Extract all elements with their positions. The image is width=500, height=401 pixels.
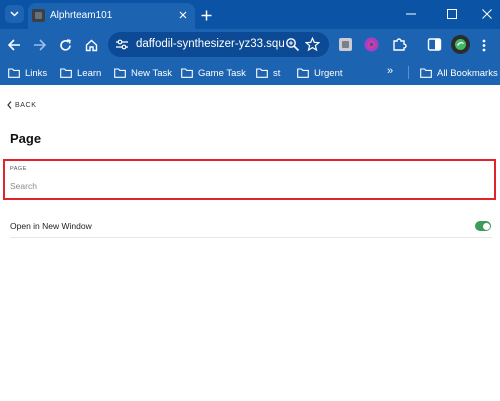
extension-circle-icon[interactable] [363, 36, 380, 53]
reload-icon [59, 38, 71, 51]
tab-strip: Alphrteam101 [0, 0, 500, 29]
cube-favicon-icon [32, 9, 45, 22]
active-tab[interactable]: Alphrteam101 [28, 3, 195, 29]
bookmarks-bar: Links Learn New Task Game Task st Urgent… [0, 60, 500, 85]
close-icon [482, 9, 492, 19]
toggle-knob [482, 222, 490, 230]
bookmark-links[interactable]: Links [8, 66, 47, 80]
back-nav-button[interactable] [6, 37, 22, 53]
folder-icon [297, 68, 309, 78]
site-info-button[interactable] [114, 37, 129, 52]
minimize-button[interactable] [403, 7, 419, 21]
minimize-icon [406, 13, 416, 15]
arrow-left-icon [7, 39, 20, 51]
all-bookmarks-label: All Bookmarks [437, 67, 498, 79]
page-search-field: PAGE [3, 159, 496, 200]
folder-icon [181, 68, 193, 78]
folder-icon [8, 68, 20, 78]
profile-avatar[interactable] [451, 35, 470, 54]
browser-menu-button[interactable] [476, 37, 492, 53]
bookmark-new-task[interactable]: New Task [114, 66, 172, 80]
zoom-icon[interactable] [285, 37, 300, 52]
open-in-new-window-label: Open in New Window [10, 221, 92, 231]
extension-box-icon[interactable] [337, 36, 354, 53]
new-tab-button[interactable] [198, 7, 214, 23]
bookmark-st[interactable]: st [256, 66, 280, 80]
plus-icon [201, 10, 211, 20]
page-search-input[interactable] [10, 179, 430, 193]
forward-nav-button[interactable] [31, 37, 47, 53]
home-icon [85, 39, 97, 51]
bookmark-urgent[interactable]: Urgent [297, 66, 343, 80]
bookmark-label: New Task [131, 67, 173, 79]
bookmark-label: Links [25, 67, 48, 79]
chevron-left-icon [7, 101, 12, 109]
bookmark-label: st [273, 67, 281, 79]
folder-icon [60, 68, 72, 78]
reload-button[interactable] [57, 37, 73, 53]
bookmark-learn[interactable]: Learn [60, 66, 101, 80]
open-in-new-window-toggle[interactable] [475, 221, 491, 231]
extensions-puzzle-icon[interactable] [391, 36, 408, 53]
chevron-down-icon [10, 11, 19, 17]
profile-logo-icon [455, 39, 466, 50]
bookmark-game-task[interactable]: Game Task [181, 66, 246, 80]
maximize-icon [447, 9, 457, 19]
page-title: Page [10, 131, 42, 146]
all-bookmarks-button[interactable]: All Bookmarks [420, 66, 498, 80]
home-button[interactable] [83, 37, 99, 53]
more-bookmarks-button[interactable]: » [387, 65, 393, 77]
folder-icon [256, 68, 268, 78]
bookmarks-divider [408, 66, 409, 79]
back-button[interactable]: BACK [7, 101, 36, 109]
field-label: PAGE [10, 166, 27, 172]
side-panel-icon[interactable] [426, 36, 443, 53]
folder-icon [114, 68, 126, 78]
back-label: BACK [15, 101, 37, 109]
star-icon[interactable] [305, 37, 320, 52]
close-icon [179, 11, 187, 19]
url-text: daffodil-synthesizer-yz33.squ... [136, 38, 284, 50]
bookmark-label: Game Task [198, 67, 246, 79]
more-vertical-icon [482, 39, 486, 51]
tune-icon [115, 39, 128, 50]
tab-search-button[interactable] [5, 5, 24, 23]
tab-close-button[interactable] [176, 8, 190, 22]
bookmark-label: Learn [77, 67, 102, 79]
open-in-new-window-row: Open in New Window [10, 216, 492, 238]
arrow-right-icon [33, 39, 46, 51]
maximize-button[interactable] [444, 7, 460, 21]
bookmark-label: Urgent [314, 67, 343, 79]
browser-toolbar: daffodil-synthesizer-yz33.squ... [0, 29, 500, 60]
folder-icon [420, 68, 432, 78]
close-window-button[interactable] [479, 7, 495, 21]
tab-title: Alphrteam101 [50, 10, 113, 21]
address-bar[interactable]: daffodil-synthesizer-yz33.squ... [108, 32, 329, 57]
